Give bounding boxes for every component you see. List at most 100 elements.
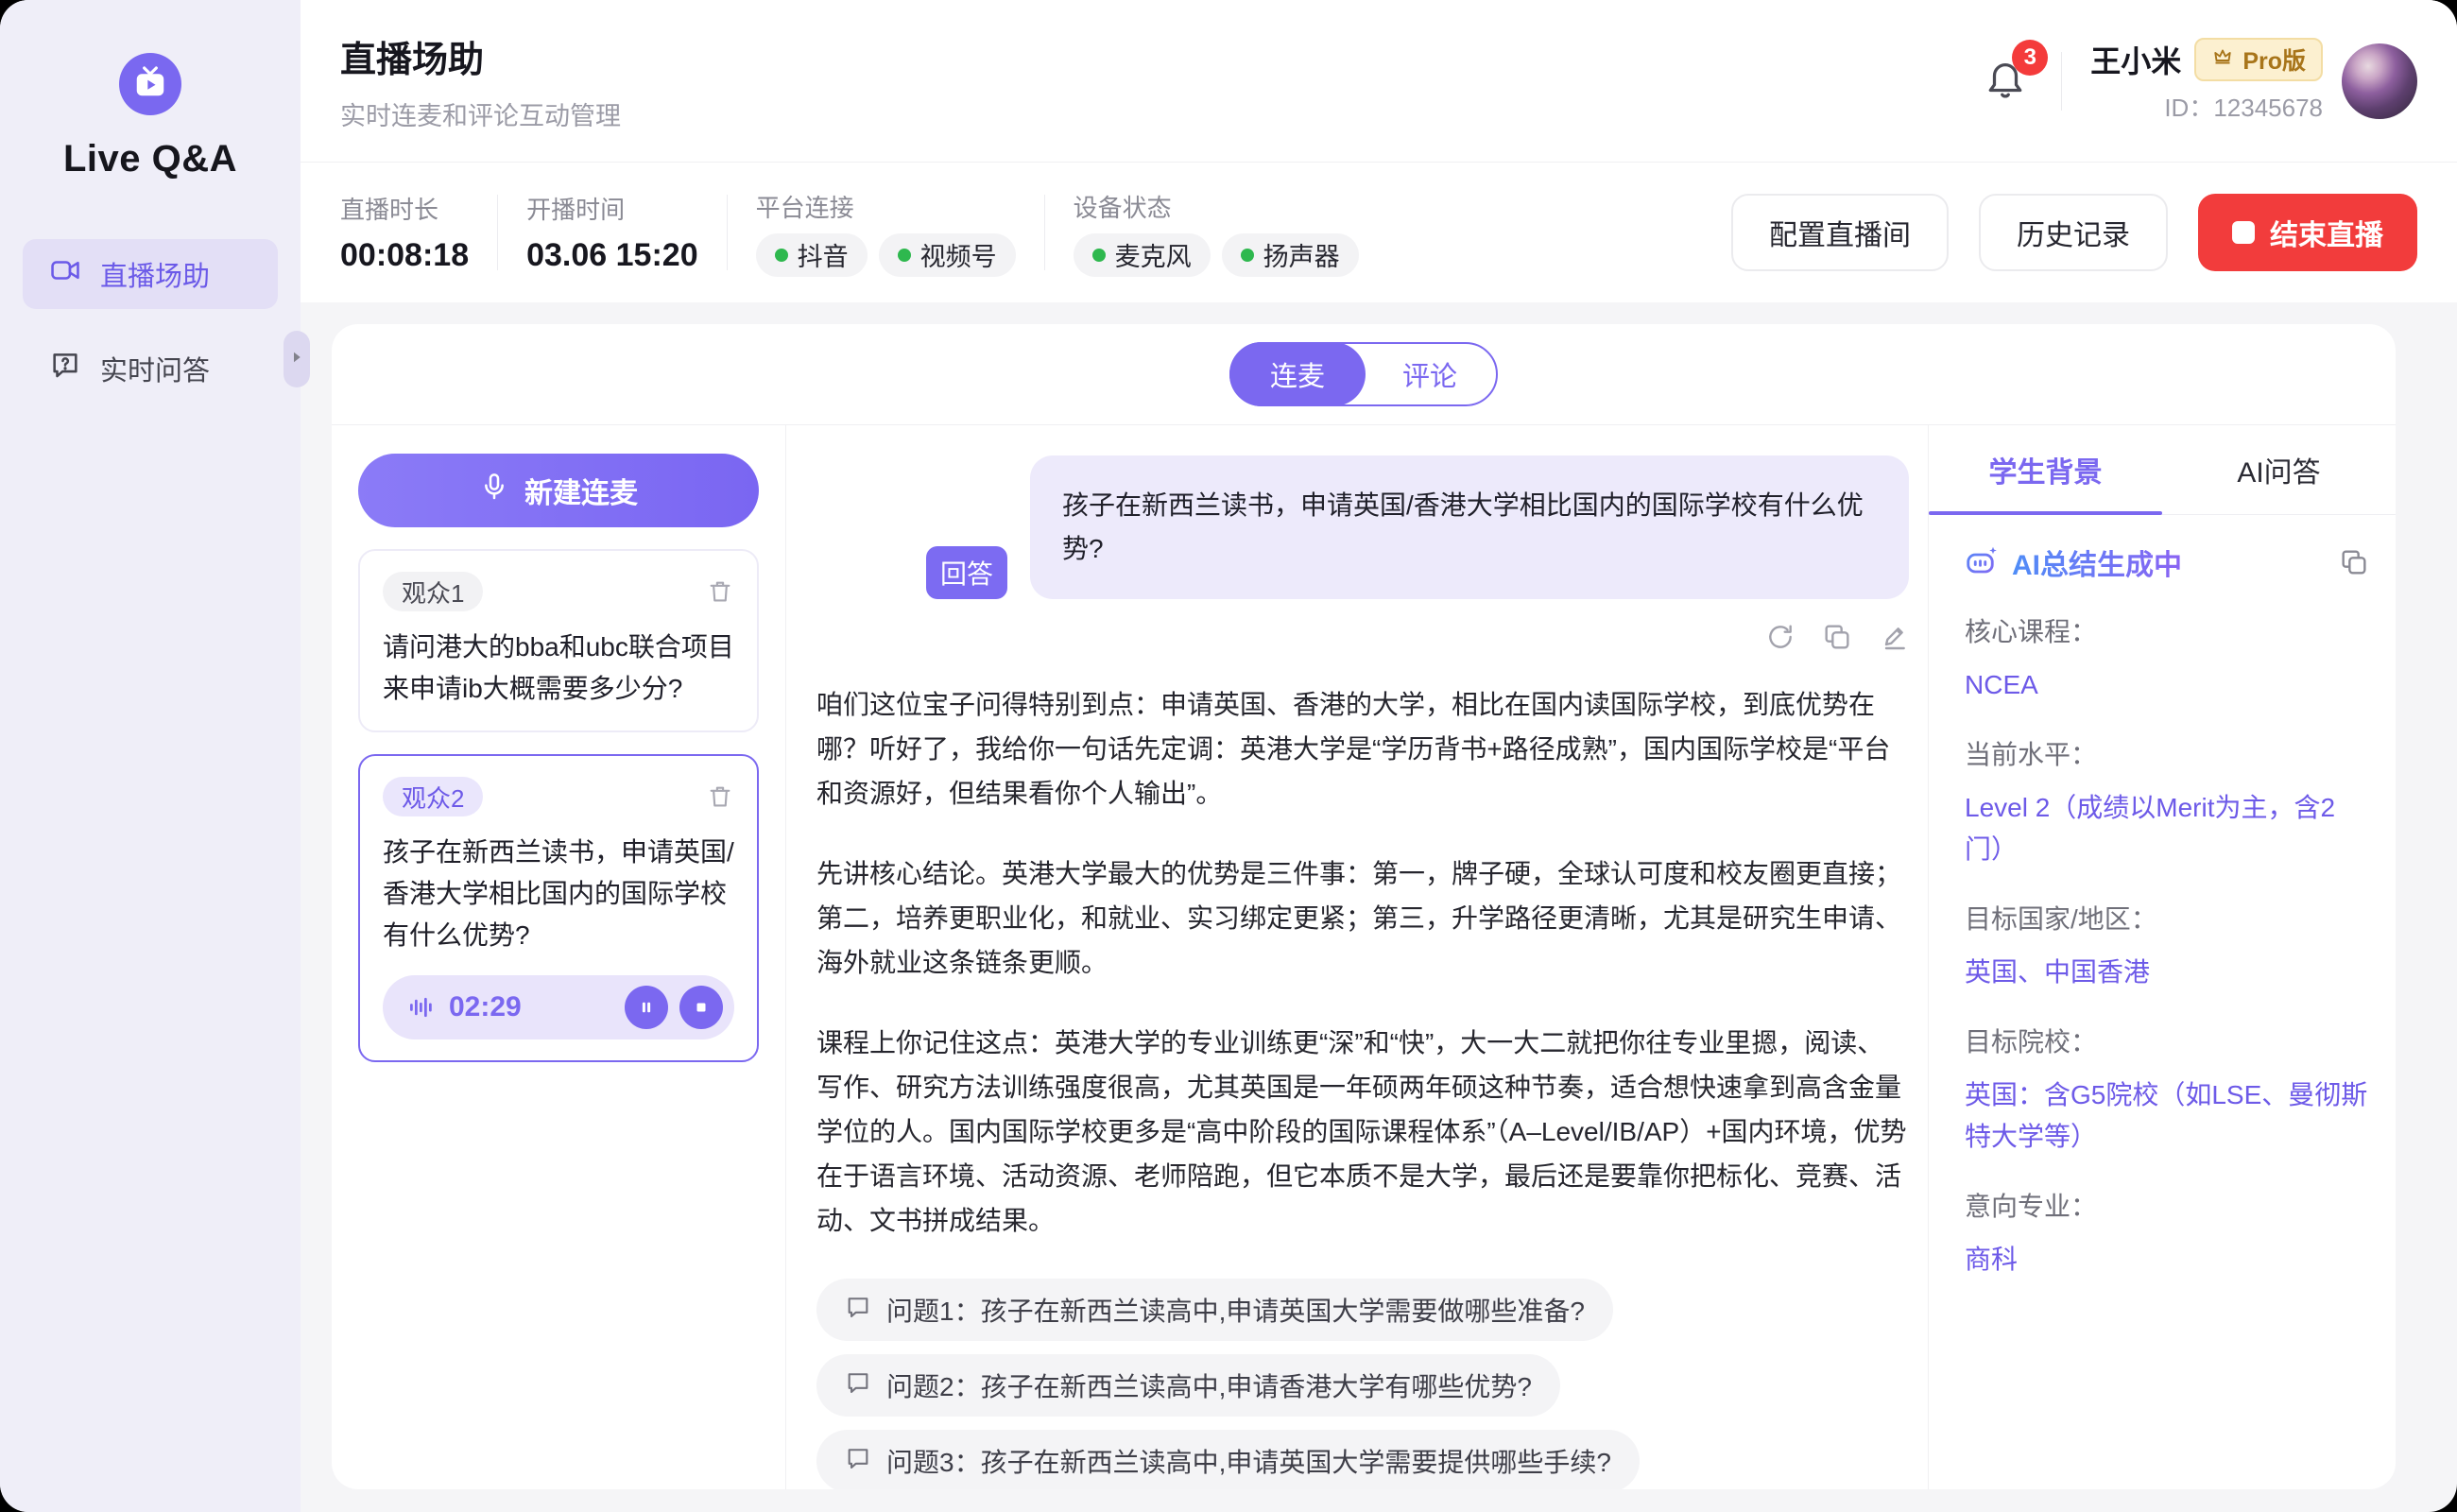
tab-student-background[interactable]: 学生背景 [1929, 425, 2162, 514]
field-label-target-region: 目标国家/地区： [1965, 899, 2369, 936]
online-dot [775, 249, 788, 262]
content-area: 连麦 评论 新建连麦 [301, 302, 2457, 1512]
suggested-question-3[interactable]: 问题3：孩子在新西兰读高中,申请英国大学需要提供哪些手续? [816, 1430, 1640, 1489]
viewer-badge: 观众1 [383, 572, 483, 611]
online-dot [1092, 249, 1106, 262]
stat-start-time: 开播时间 03.06 15:20 [526, 191, 698, 274]
stat-label: 设备状态 [1074, 189, 1359, 224]
app-logo [119, 53, 181, 115]
stats-divider [727, 195, 728, 270]
suggested-question-label: 问题1：孩子在新西兰读高中,申请英国大学需要做哪些准备? [886, 1291, 1585, 1329]
answer-badge: 回答 [926, 546, 1007, 599]
suggested-question-1[interactable]: 问题1：孩子在新西兰读高中,申请英国大学需要做哪些准备? [816, 1279, 1613, 1341]
suggested-question-2[interactable]: 问题2：孩子在新西兰读高中,申请香港大学有哪些优势? [816, 1354, 1560, 1417]
stats-divider [497, 195, 498, 270]
answer-panel: 回答 孩子在新西兰读书，申请英国/香港大学相比国内的国际学校有什么优势? [785, 425, 1929, 1489]
stat-devices: 设备状态 麦克风 扬声器 [1074, 189, 1359, 277]
history-button[interactable]: 历史记录 [1979, 194, 2168, 271]
user-id: ID：12345678 [2090, 89, 2323, 124]
trash-icon[interactable] [706, 782, 734, 811]
answer-text: 咱们这位宝子问得特别到点：申请英国、香港的大学，相比在国内读国际学校，到底优势在… [816, 682, 1909, 1243]
regenerate-icon[interactable] [1765, 622, 1796, 652]
stats-divider [1044, 195, 1045, 270]
trash-icon[interactable] [706, 577, 734, 606]
sidebar-item-live-assistant[interactable]: 直播场助 [23, 239, 278, 309]
chat-question-icon [49, 349, 81, 388]
new-connect-button[interactable]: 新建连麦 [358, 454, 759, 527]
field-value-intended-major: 商科 [1965, 1239, 2369, 1280]
answer-paragraph: 先讲核心结论。英港大学最大的优势是三件事：第一，牌子硬，全球认可度和校友圈更直接… [816, 851, 1909, 985]
stats-actions: 配置直播间 历史记录 结束直播 [1731, 194, 2417, 271]
end-live-button[interactable]: 结束直播 [2198, 194, 2417, 271]
viewer-question: 请问港大的bba和ubc联合项目来申请ib大概需要多少分? [383, 627, 734, 710]
suggested-questions: 问题1：孩子在新西兰读高中,申请英国大学需要做哪些准备? 问题2：孩子在新西兰读… [816, 1279, 1909, 1489]
stat-label: 直播时长 [340, 191, 469, 226]
page-subtitle: 实时连麦和评论互动管理 [340, 95, 621, 132]
pill-label: 麦克风 [1115, 236, 1192, 273]
platform-pill-shipinhao: 视频号 [879, 233, 1016, 277]
pro-badge-label: Pro版 [2242, 43, 2306, 77]
avatar[interactable] [2342, 43, 2417, 119]
app-title: Live Q&A [63, 138, 237, 180]
notification-bell-button[interactable]: 3 [1978, 51, 2033, 111]
field-label-core-course: 核心课程： [1965, 611, 2369, 649]
field-label-target-schools: 目标院校： [1965, 1022, 2369, 1059]
device-pill-speaker: 扬声器 [1222, 233, 1359, 277]
main-area: 直播场助 实时连麦和评论互动管理 3 王小米 [301, 0, 2457, 1512]
suggested-question-label: 问题2：孩子在新西兰读高中,申请香港大学有哪些优势? [886, 1366, 1532, 1404]
end-live-label: 结束直播 [2270, 212, 2383, 253]
ai-robot-icon [1965, 543, 1999, 582]
sidebar-item-label: 直播场助 [100, 254, 210, 294]
viewer-card-1[interactable]: 观众1 请问港大的bba和ubc联合项目来申请ib大概需要多少分? [358, 549, 759, 732]
stats-bar: 直播时长 00:08:18 开播时间 03.06 15:20 平台连接 抖音 视… [301, 163, 2457, 302]
main-card: 连麦 评论 新建连麦 [332, 324, 2396, 1489]
pill-label: 视频号 [920, 236, 997, 273]
page-title: 直播场助 [340, 30, 621, 82]
student-panel-tabs: 学生背景 AI问答 [1929, 425, 2396, 515]
page-title-block: 直播场助 实时连麦和评论互动管理 [340, 30, 621, 132]
stat-value: 03.06 15:20 [526, 237, 698, 274]
ai-status-text: AI总结生成中 [2012, 541, 2182, 583]
bell-icon [1984, 88, 2027, 104]
sidebar-nav: 直播场助 实时问答 [0, 239, 301, 428]
tab-mic-connect[interactable]: 连麦 [1229, 342, 1366, 406]
edit-icon[interactable] [1879, 622, 1909, 652]
sidebar-collapse-handle[interactable] [284, 331, 310, 387]
field-label-intended-major: 意向专业： [1965, 1186, 2369, 1224]
suggested-question-label: 问题3：孩子在新西兰读高中,申请英国大学需要提供哪些手续? [886, 1442, 1611, 1480]
copy-summary-icon[interactable] [2339, 547, 2369, 577]
tab-comments[interactable]: 评论 [1364, 344, 1496, 404]
viewer-question: 孩子在新西兰读书，申请英国/香港大学相比国内的国际学校有什么优势? [383, 832, 734, 956]
waveform-icon [407, 993, 436, 1022]
crown-icon [2211, 45, 2234, 75]
answer-actions [816, 622, 1909, 652]
stat-label: 平台连接 [756, 189, 1016, 224]
configure-room-button[interactable]: 配置直播间 [1731, 194, 1949, 271]
notification-count-badge: 3 [2012, 40, 2048, 76]
student-panel: 学生背景 AI问答 [1929, 425, 2396, 1489]
speech-bubble-icon [845, 1369, 871, 1402]
viewer-card-2[interactable]: 观众2 孩子在新西兰读书，申请英国/香港大学相比国内的国际学校有什么优势? [358, 754, 759, 1062]
page-header: 直播场助 实时连麦和评论互动管理 3 王小米 [301, 0, 2457, 163]
mode-tab-row: 连麦 评论 [332, 324, 2396, 425]
answer-paragraph: 咱们这位宝子问得特别到点：申请英国、香港的大学，相比在国内读国际学校，到底优势在… [816, 682, 1909, 816]
tv-play-icon [132, 64, 168, 105]
question-bubble: 孩子在新西兰读书，申请英国/香港大学相比国内的国际学校有什么优势? [1030, 455, 1909, 599]
tab-ai-qa[interactable]: AI问答 [2162, 425, 2396, 514]
sidebar-item-live-qa[interactable]: 实时问答 [23, 334, 278, 404]
stop-button[interactable] [679, 986, 723, 1029]
stop-icon [2232, 221, 2255, 244]
copy-icon[interactable] [1822, 622, 1852, 652]
speech-bubble-icon [845, 1294, 871, 1327]
connect-list-panel: 新建连麦 观众1 请问港大的bba和ubc联合项目来申请ib大概需要多少分? [332, 425, 785, 1489]
speech-bubble-icon [845, 1445, 871, 1478]
app-window: Live Q&A 直播场助 实时问答 [0, 0, 2457, 1512]
user-meta: 王小米 Pro版 ID：12345678 [2090, 38, 2323, 124]
device-pill-microphone: 麦克风 [1074, 233, 1211, 277]
platform-pill-douyin: 抖音 [756, 233, 868, 277]
field-label-current-level: 当前水平： [1965, 734, 2369, 772]
stat-label: 开播时间 [526, 191, 698, 226]
pause-button[interactable] [625, 986, 668, 1029]
header-divider [2061, 52, 2062, 111]
stat-platforms: 平台连接 抖音 视频号 [756, 189, 1016, 277]
